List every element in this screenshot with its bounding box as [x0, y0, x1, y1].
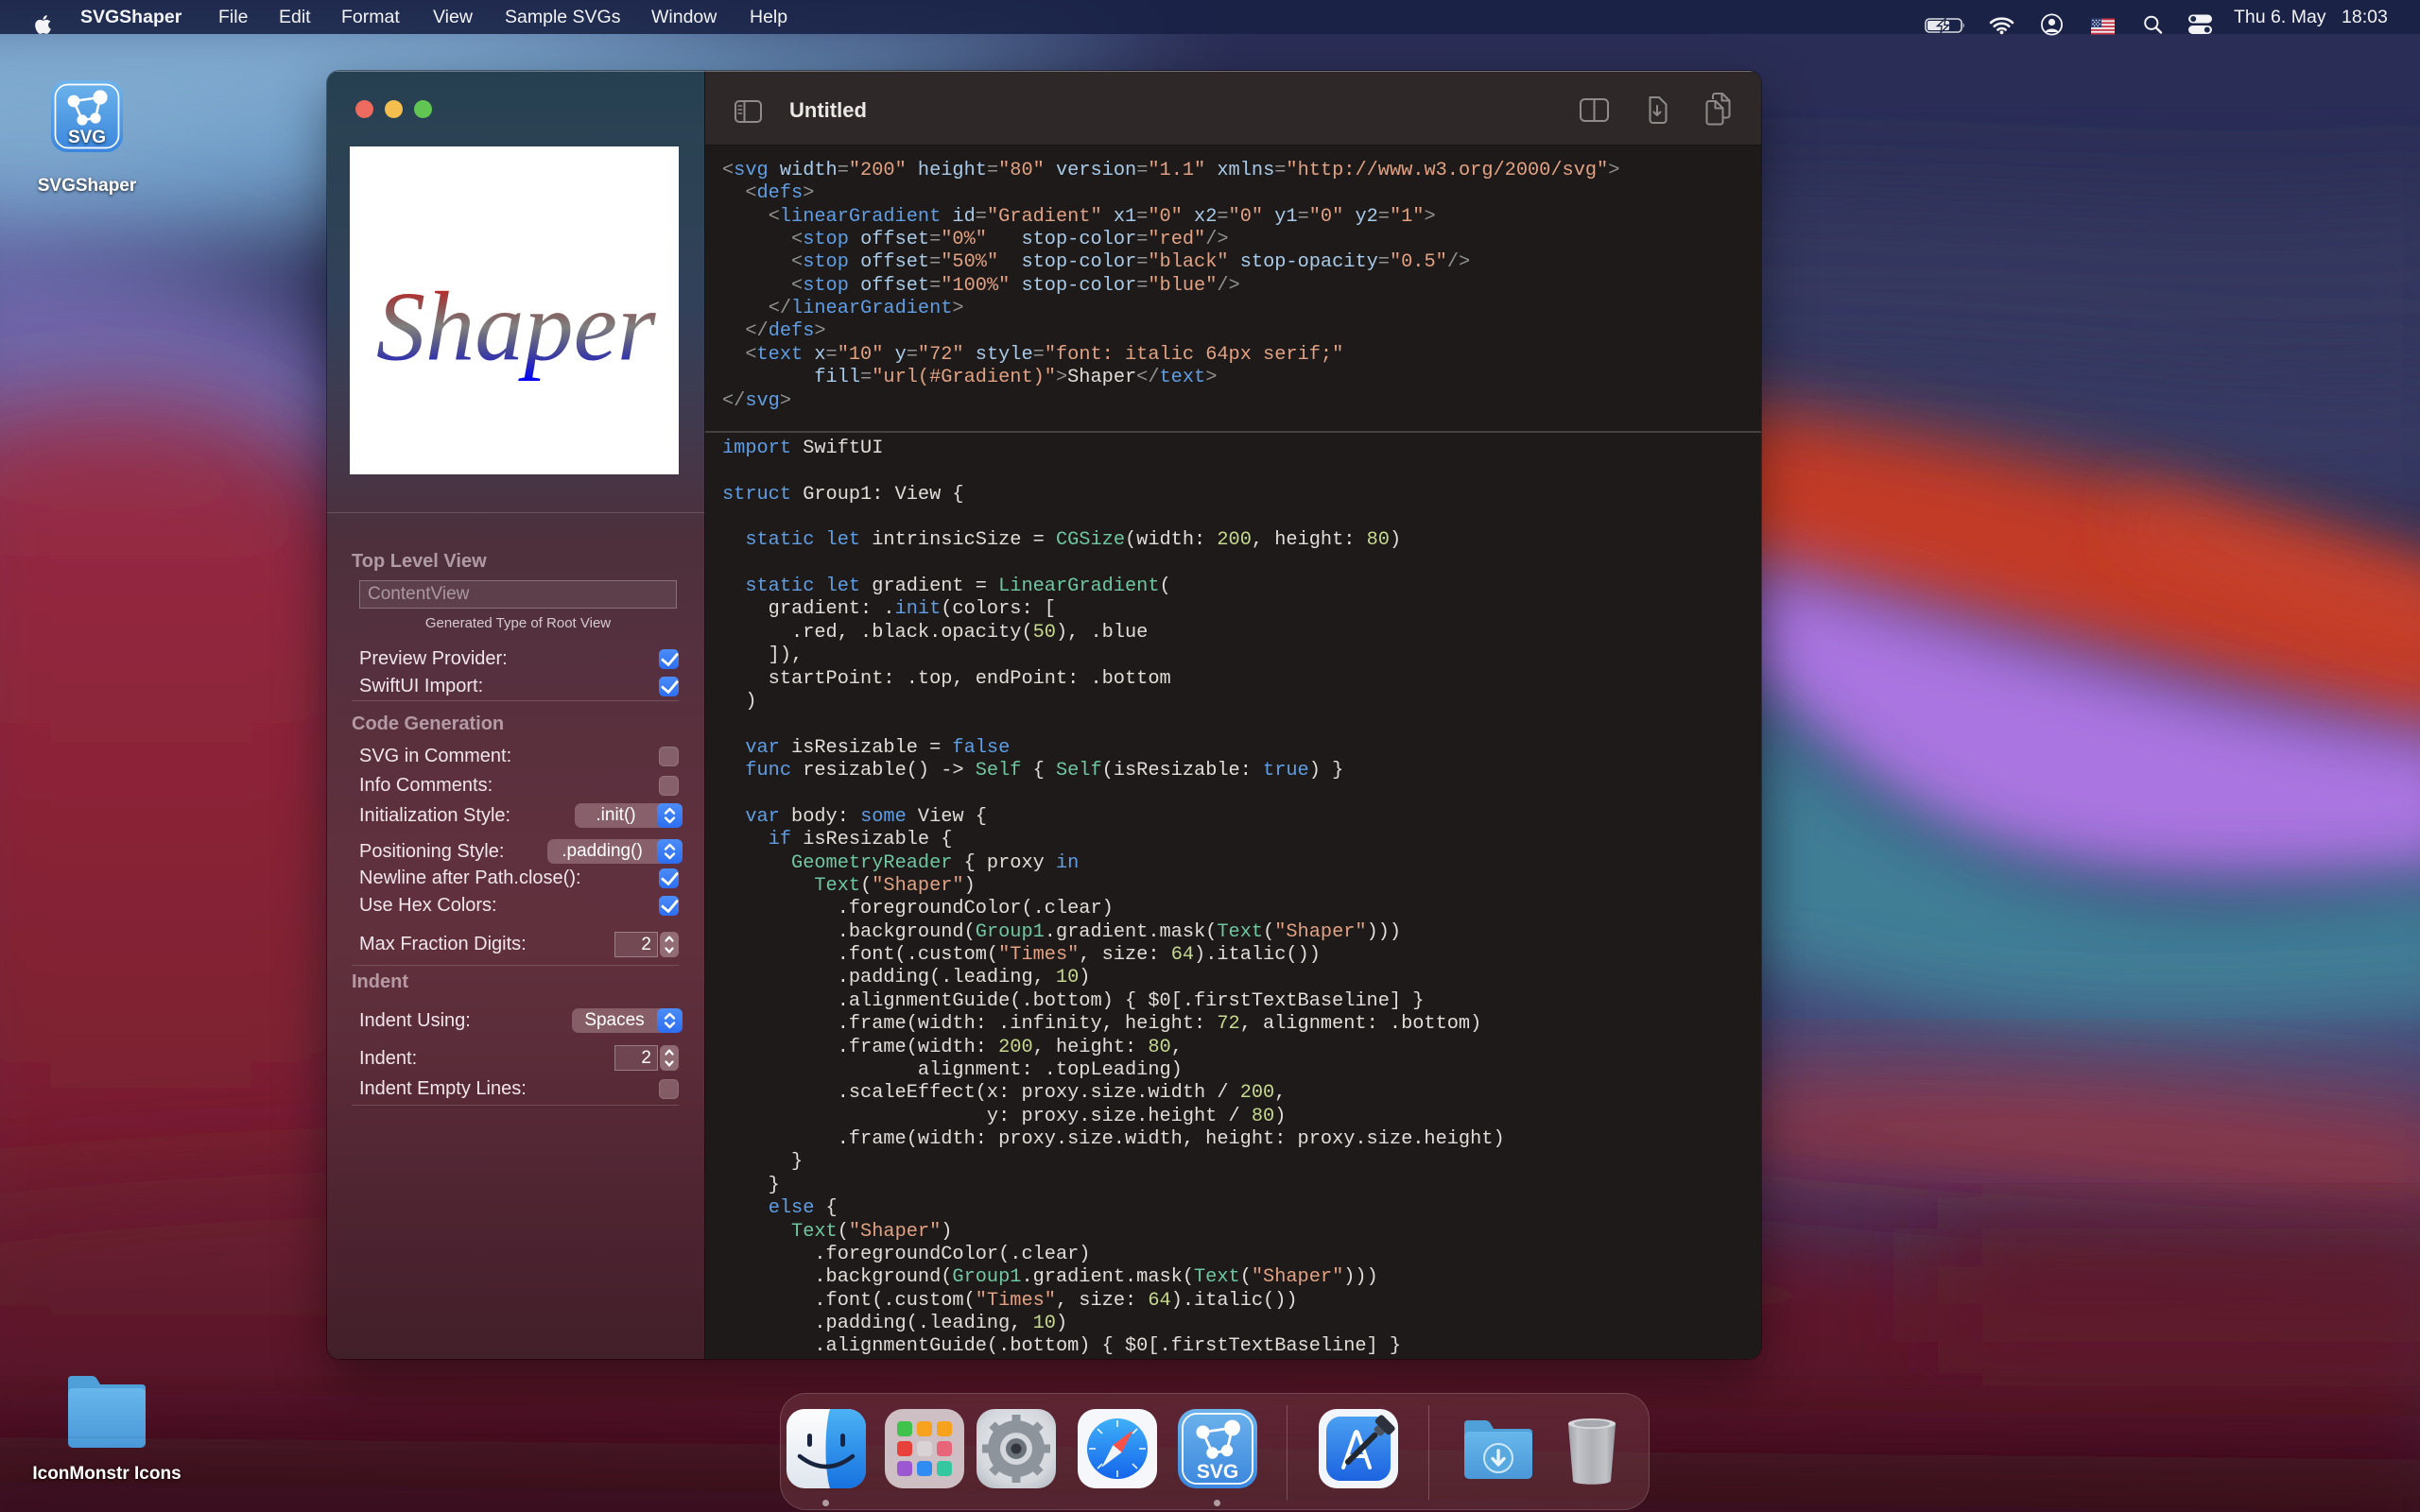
svg-text:Shaper: Shaper	[376, 272, 656, 382]
svg-text:SVG: SVG	[1197, 1461, 1238, 1483]
svg-text:SVG: SVG	[68, 128, 106, 147]
